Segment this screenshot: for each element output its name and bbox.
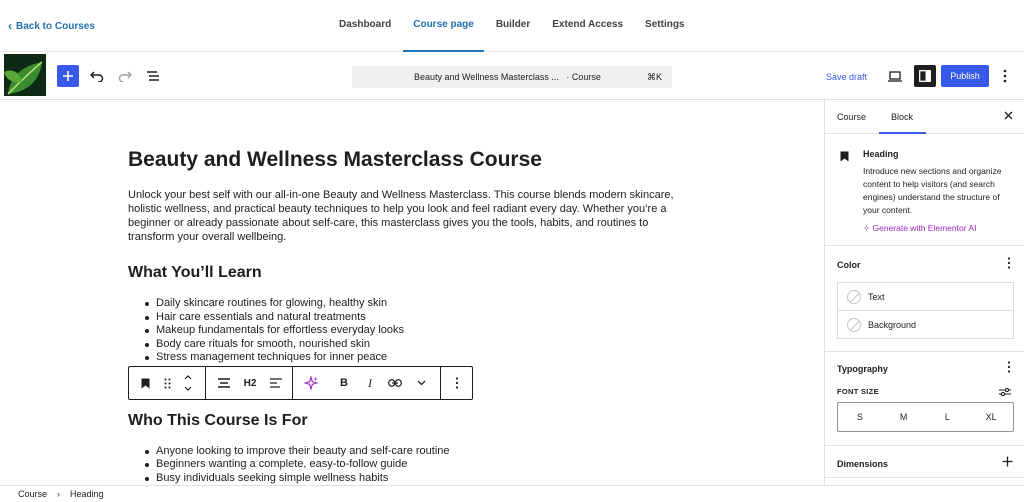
bold-icon[interactable]: B (333, 367, 355, 399)
undo-icon[interactable] (88, 67, 106, 85)
generate-with-ai-link[interactable]: ✧ Generate with Elementor AI (863, 223, 976, 234)
font-size-settings-icon[interactable] (999, 384, 1011, 402)
toolbar-divider (292, 367, 293, 399)
section-heading-who-this-course-is-for[interactable]: Who This Course Is For (128, 411, 698, 431)
top-navigation: ‹ Back to Courses Dashboard Course page … (0, 0, 1024, 52)
block-info-card: Heading Introduce new sections and organ… (825, 134, 1024, 246)
block-toolbar: H2 B I (128, 366, 473, 400)
intro-paragraph[interactable]: Unlock your best self with our all-in-on… (128, 188, 688, 244)
shortcut-hint: ⌘K (646, 72, 662, 82)
breadcrumb-course[interactable]: Course (18, 489, 47, 499)
block-description: Introduce new sections and organize cont… (863, 166, 1002, 215)
font-size-small[interactable]: S (838, 403, 882, 431)
document-title: Beauty and Wellness Masterclass ... · Co… (414, 72, 601, 82)
color-options-icon[interactable] (1007, 257, 1011, 272)
tab-settings[interactable]: Settings (634, 0, 695, 52)
font-size-picker: S M L XL (837, 402, 1014, 432)
font-size-extra-large[interactable]: XL (969, 403, 1013, 431)
color-panel-title[interactable]: Color (837, 260, 861, 270)
audience-list[interactable]: Anyone looking to improve their beauty a… (128, 445, 698, 486)
bookmark-icon[interactable] (135, 367, 155, 399)
publish-button[interactable]: Publish (941, 65, 989, 87)
drag-handle-icon[interactable] (159, 367, 175, 399)
block-name: Heading (863, 149, 899, 159)
list-item: Anyone looking to improve their beauty a… (128, 445, 698, 459)
align-icon[interactable] (213, 367, 235, 399)
text-align-icon[interactable] (265, 367, 287, 399)
block-options-icon[interactable] (447, 367, 467, 399)
editor-canvas[interactable]: Beauty and Wellness Masterclass Course U… (0, 100, 824, 485)
nav-tabs: Dashboard Course page Builder Extend Acc… (328, 0, 696, 52)
typography-options-icon[interactable] (1007, 361, 1011, 376)
save-draft-button[interactable]: Save draft (826, 72, 867, 82)
command-palette-bar[interactable]: Beauty and Wellness Masterclass ... · Co… (352, 66, 672, 88)
preview-device-icon[interactable] (886, 67, 904, 85)
editor-toolbar: Beauty and Wellness Masterclass ... · Co… (0, 52, 1024, 100)
list-item: Busy individuals seeking simple wellness… (128, 472, 698, 486)
list-item: Hair care essentials and natural treatme… (128, 311, 698, 325)
breadcrumb-heading[interactable]: Heading (70, 489, 104, 499)
breadcrumb-separator: › (57, 489, 61, 499)
back-label: Back to Courses (16, 20, 95, 32)
tab-builder[interactable]: Builder (485, 0, 541, 52)
font-size-large[interactable]: L (926, 403, 970, 431)
toolbar-divider (205, 367, 206, 399)
tab-block[interactable]: Block (878, 112, 927, 134)
italic-icon[interactable]: I (359, 367, 381, 399)
list-item: Makeup fundamentals for effortless every… (128, 324, 698, 338)
color-options: Text Background (837, 282, 1014, 339)
bookmark-icon (840, 149, 849, 167)
document-overview-icon[interactable] (144, 67, 162, 85)
sidebar-tabs: Course Block (825, 100, 1024, 134)
chevron-left-icon: ‹ (8, 19, 12, 33)
font-size-label: FONT SIZE (837, 387, 879, 396)
list-item: Beginners wanting a complete, easy-to-fo… (128, 458, 698, 472)
toolbar-divider (440, 367, 441, 399)
tab-course-page[interactable]: Course page (402, 0, 485, 52)
course-title[interactable]: Beauty and Wellness Masterclass Course (128, 147, 698, 173)
dimensions-panel-title[interactable]: Dimensions (837, 459, 888, 469)
section-heading-what-youll-learn[interactable]: What You’ll Learn (128, 263, 698, 283)
add-dimension-icon[interactable] (1002, 456, 1013, 470)
block-breadcrumb: Course › Heading (0, 485, 1024, 502)
empty-swatch-icon (847, 289, 861, 304)
link-icon[interactable] (383, 367, 407, 399)
settings-sidebar: Course Block Heading Introduce new secti… (824, 100, 1024, 485)
learn-list[interactable]: Daily skincare routines for glowing, hea… (128, 297, 698, 365)
list-item: Body care rituals for smooth, nourished … (128, 338, 698, 352)
tab-dashboard[interactable]: Dashboard (328, 0, 402, 52)
heading-level-button[interactable]: H2 (239, 367, 261, 399)
site-logo[interactable] (4, 54, 46, 96)
ai-sparkle-icon: ✧ (863, 223, 871, 233)
dimensions-panel: Dimensions (825, 446, 1024, 478)
close-icon[interactable] (1004, 109, 1013, 123)
empty-swatch-icon (847, 318, 861, 332)
list-item: Daily skincare routines for glowing, hea… (128, 297, 698, 311)
add-block-button[interactable] (57, 65, 79, 87)
redo-icon[interactable] (116, 67, 134, 85)
back-to-courses-link[interactable]: ‹ Back to Courses (8, 19, 95, 33)
list-item: Stress management techniques for inner p… (128, 351, 698, 365)
more-options-icon[interactable] (998, 67, 1012, 85)
move-up-down-icon[interactable] (179, 367, 197, 399)
ai-sparkle-icon[interactable] (299, 367, 323, 399)
post-content: Beauty and Wellness Masterclass Course U… (128, 147, 698, 485)
background-color-option[interactable]: Background (838, 311, 1013, 339)
text-color-option[interactable]: Text (838, 283, 1013, 311)
settings-sidebar-toggle[interactable] (914, 65, 936, 87)
tab-extend-access[interactable]: Extend Access (541, 0, 634, 52)
typography-panel-title[interactable]: Typography (837, 364, 888, 374)
font-size-medium[interactable]: M (882, 403, 926, 431)
chevron-down-icon[interactable] (411, 367, 431, 399)
tab-course[interactable]: Course (837, 112, 866, 122)
